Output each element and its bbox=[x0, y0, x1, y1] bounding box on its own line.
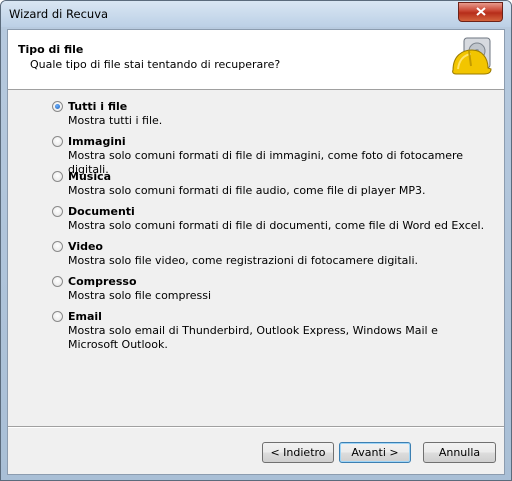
recuva-hardhat-icon bbox=[452, 37, 492, 75]
option-label: Documenti bbox=[68, 205, 135, 218]
option-description: Mostra solo email di Thunderbird, Outloo… bbox=[68, 324, 438, 351]
title-bar[interactable]: Wizard di Recuva bbox=[1, 1, 511, 27]
option-description: Mostra solo comuni formati di file di do… bbox=[68, 219, 485, 232]
radio-music[interactable] bbox=[52, 171, 63, 182]
option-label: Email bbox=[68, 310, 102, 323]
wizard-client-area: Tipo di file Quale tipo di file stai ten… bbox=[7, 29, 505, 475]
radio-images[interactable] bbox=[52, 136, 63, 147]
radio-email[interactable] bbox=[52, 311, 63, 322]
window-title: Wizard di Recuva bbox=[9, 7, 109, 21]
radio-all-files[interactable] bbox=[52, 101, 63, 112]
wizard-header: Tipo di file Quale tipo di file stai ten… bbox=[8, 30, 504, 90]
close-icon bbox=[475, 7, 486, 16]
option-label: Video bbox=[68, 240, 103, 253]
option-description: Mostra solo file compressi bbox=[68, 289, 212, 302]
option-label: Tutti i file bbox=[68, 100, 128, 113]
radio-documents[interactable] bbox=[52, 206, 63, 217]
option-label: Immagini bbox=[68, 135, 126, 148]
footer-divider bbox=[8, 426, 504, 428]
option-label: Musica bbox=[68, 170, 112, 183]
close-button[interactable] bbox=[458, 2, 503, 22]
option-description: Mostra tutti i file. bbox=[68, 114, 163, 127]
back-button[interactable]: < Indietro bbox=[262, 442, 334, 463]
radio-compressed[interactable] bbox=[52, 276, 63, 287]
next-button[interactable]: Avanti > bbox=[339, 442, 411, 463]
option-description: Mostra solo file video, come registrazio… bbox=[68, 254, 419, 267]
wizard-window: Wizard di Recuva Tipo di file Quale tipo… bbox=[0, 0, 512, 481]
option-description: Mostra solo comuni formati di file audio… bbox=[68, 184, 426, 197]
radio-video[interactable] bbox=[52, 241, 63, 252]
option-description: Mostra solo comuni formati di file di im… bbox=[68, 149, 464, 176]
page-subtitle: Quale tipo di file stai tentando di recu… bbox=[30, 58, 281, 71]
cancel-button[interactable]: Annulla bbox=[423, 442, 496, 463]
option-label: Compresso bbox=[68, 275, 137, 288]
page-title: Tipo di file bbox=[18, 43, 84, 56]
